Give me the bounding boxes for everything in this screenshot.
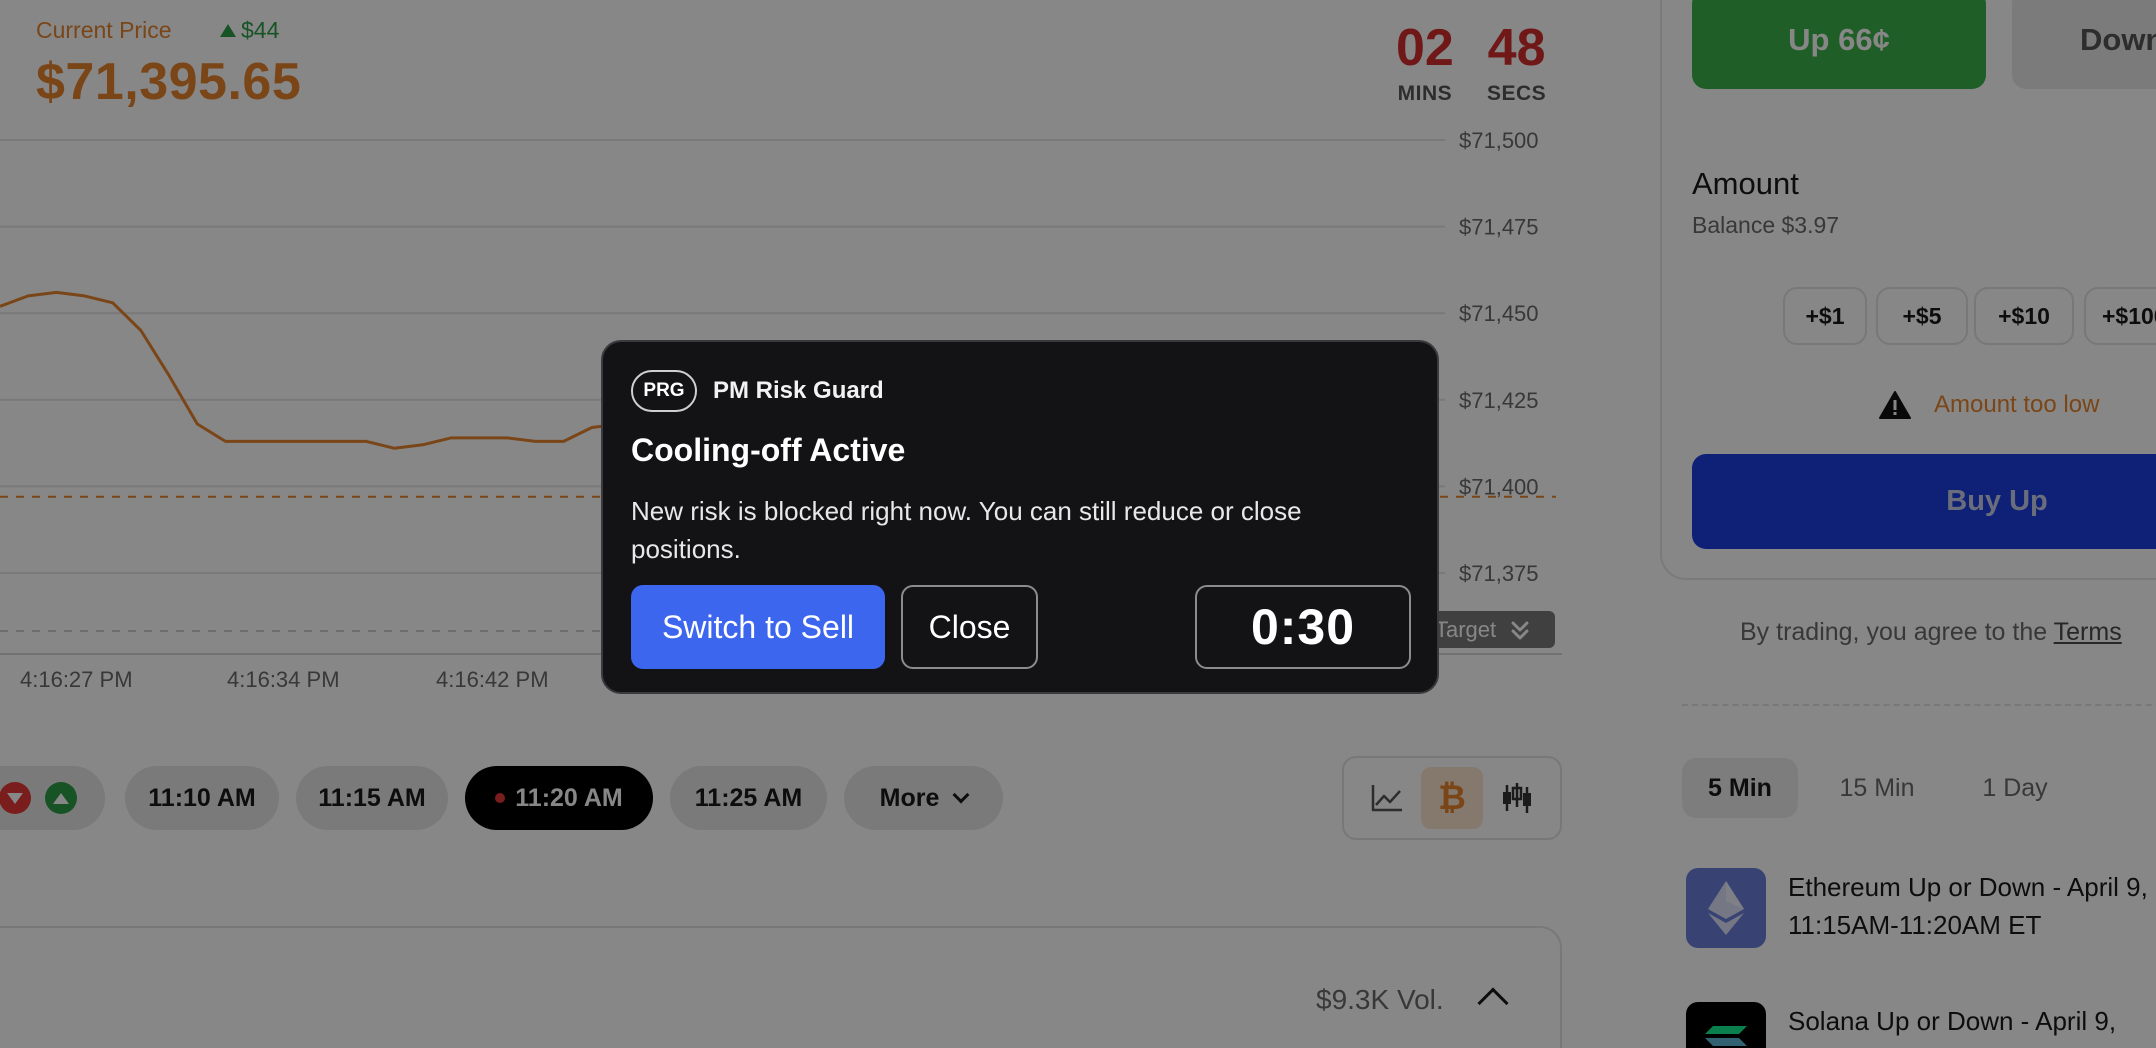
modal-title: Cooling-off Active	[631, 432, 906, 468]
brand-name: PM Risk Guard	[713, 377, 884, 404]
close-button[interactable]: Close	[901, 585, 1038, 669]
switch-to-sell-button[interactable]: Switch to Sell	[631, 585, 885, 669]
cooldown-timer: 0:30	[1195, 585, 1411, 669]
risk-guard-modal: PRG PM Risk Guard Cooling-off Active New…	[601, 340, 1439, 694]
modal-body-text: New risk is blocked right now. You can s…	[631, 496, 1302, 564]
brand-badge: PRG	[631, 370, 697, 412]
